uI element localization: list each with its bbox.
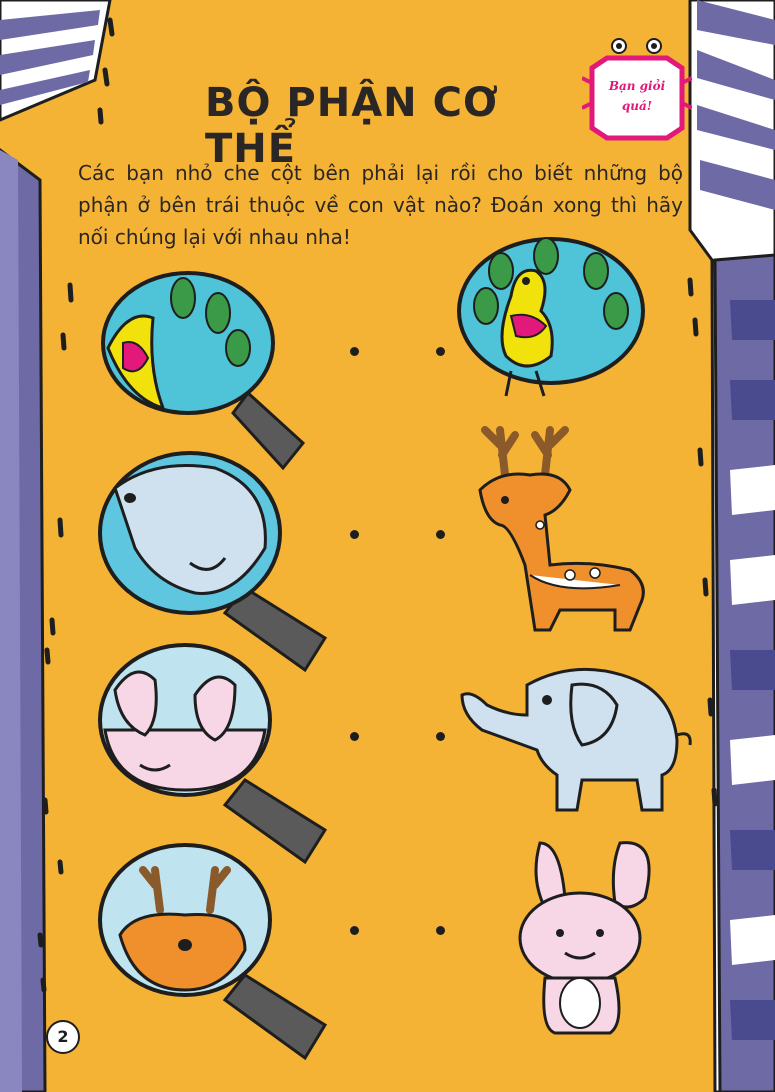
badge-line-1: Bạn giỏi: [608, 79, 666, 93]
page-number: 2: [46, 1020, 80, 1054]
match-dot-left-1[interactable]: [350, 347, 359, 356]
match-dot-left-3[interactable]: [350, 732, 359, 741]
match-dot-left-2[interactable]: [350, 530, 359, 539]
magnifier-rabbit-icon[interactable]: [95, 640, 335, 865]
badge-label: Bạn giỏi quá!: [598, 76, 676, 116]
match-dot-right-3[interactable]: [436, 732, 445, 741]
rabbit-icon[interactable]: [500, 838, 675, 1048]
match-dot-left-4[interactable]: [350, 926, 359, 935]
deer-icon[interactable]: [470, 415, 660, 635]
elephant-icon[interactable]: [452, 655, 697, 820]
magnifier-peacock-icon[interactable]: [98, 268, 308, 478]
match-dot-right-4[interactable]: [436, 926, 445, 935]
match-dot-right-2[interactable]: [436, 530, 445, 539]
magnifier-deer-icon[interactable]: [95, 840, 335, 1065]
match-dot-right-1[interactable]: [436, 347, 445, 356]
peacock-icon[interactable]: [456, 236, 646, 401]
badge-line-2: quá!: [621, 99, 653, 113]
